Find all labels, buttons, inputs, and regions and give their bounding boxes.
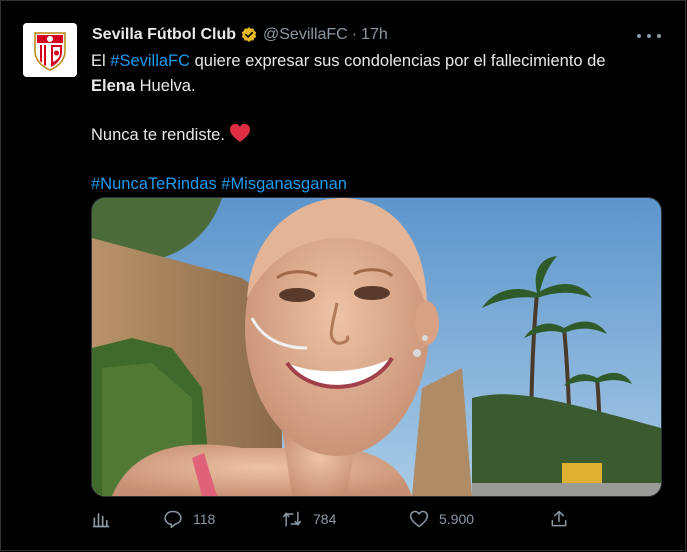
tweet-photo[interactable]	[91, 197, 662, 497]
tweet-line-1: El #SevillaFC quiere expresar sus condol…	[91, 49, 651, 74]
tweet-line-3: Nunca te rendiste.	[91, 123, 651, 148]
retweet-arrows-icon	[282, 511, 302, 527]
hashtag-nuncaterindas[interactable]: #NuncaTeRindas	[91, 175, 217, 193]
tweet-text: El #SevillaFC quiere expresar sus condol…	[91, 49, 651, 197]
upload-icon	[551, 510, 567, 527]
share-button[interactable]	[549, 509, 569, 529]
more-options-icon[interactable]	[637, 29, 661, 43]
avatar[interactable]	[23, 23, 77, 77]
tweet-hashtags: #NuncaTeRindas #Misganasganan	[91, 172, 651, 197]
hashtag-misganasganan[interactable]: #Misganasganan	[221, 175, 347, 193]
tweet-actions: 118 784 5.900	[91, 509, 571, 535]
tweet-card[interactable]: Sevilla Fútbol Club @SevillaFC · 17h El …	[0, 0, 686, 551]
text-segment: Nunca te rendiste.	[91, 126, 225, 144]
like-button[interactable]: 5.900	[409, 509, 474, 529]
red-heart-icon	[229, 123, 250, 143]
text-segment: quiere expresar sus condolencias por el …	[190, 52, 606, 70]
separator-dot: ·	[351, 26, 358, 43]
analytics-button[interactable]	[91, 509, 111, 529]
hashtag-sevillafc[interactable]: #SevillaFC	[110, 52, 190, 70]
verified-badge-icon	[241, 27, 257, 42]
text-segment: Huelva.	[135, 77, 196, 95]
tweet-line-2: Elena Huelva.	[91, 74, 651, 99]
heart-outline-icon	[409, 510, 429, 528]
like-count: 5.900	[439, 511, 475, 527]
reply-count: 118	[193, 511, 216, 527]
speech-bubble-icon	[164, 510, 182, 529]
timestamp[interactable]: 17h	[361, 25, 388, 45]
sevilla-crest-logo	[23, 23, 77, 77]
author-handle[interactable]: @SevillaFC	[263, 25, 348, 45]
text-segment: El	[91, 52, 111, 70]
photo-image	[92, 198, 661, 496]
reply-button[interactable]: 118	[163, 509, 215, 529]
bold-name: Elena	[91, 77, 136, 95]
retweet-count: 784	[313, 511, 337, 527]
retweet-button[interactable]: 784	[281, 509, 336, 529]
author-name[interactable]: Sevilla Fútbol Club	[92, 25, 236, 45]
tweet-header: Sevilla Fútbol Club @SevillaFC · 17h	[92, 25, 388, 45]
bar-chart-icon	[92, 513, 110, 528]
